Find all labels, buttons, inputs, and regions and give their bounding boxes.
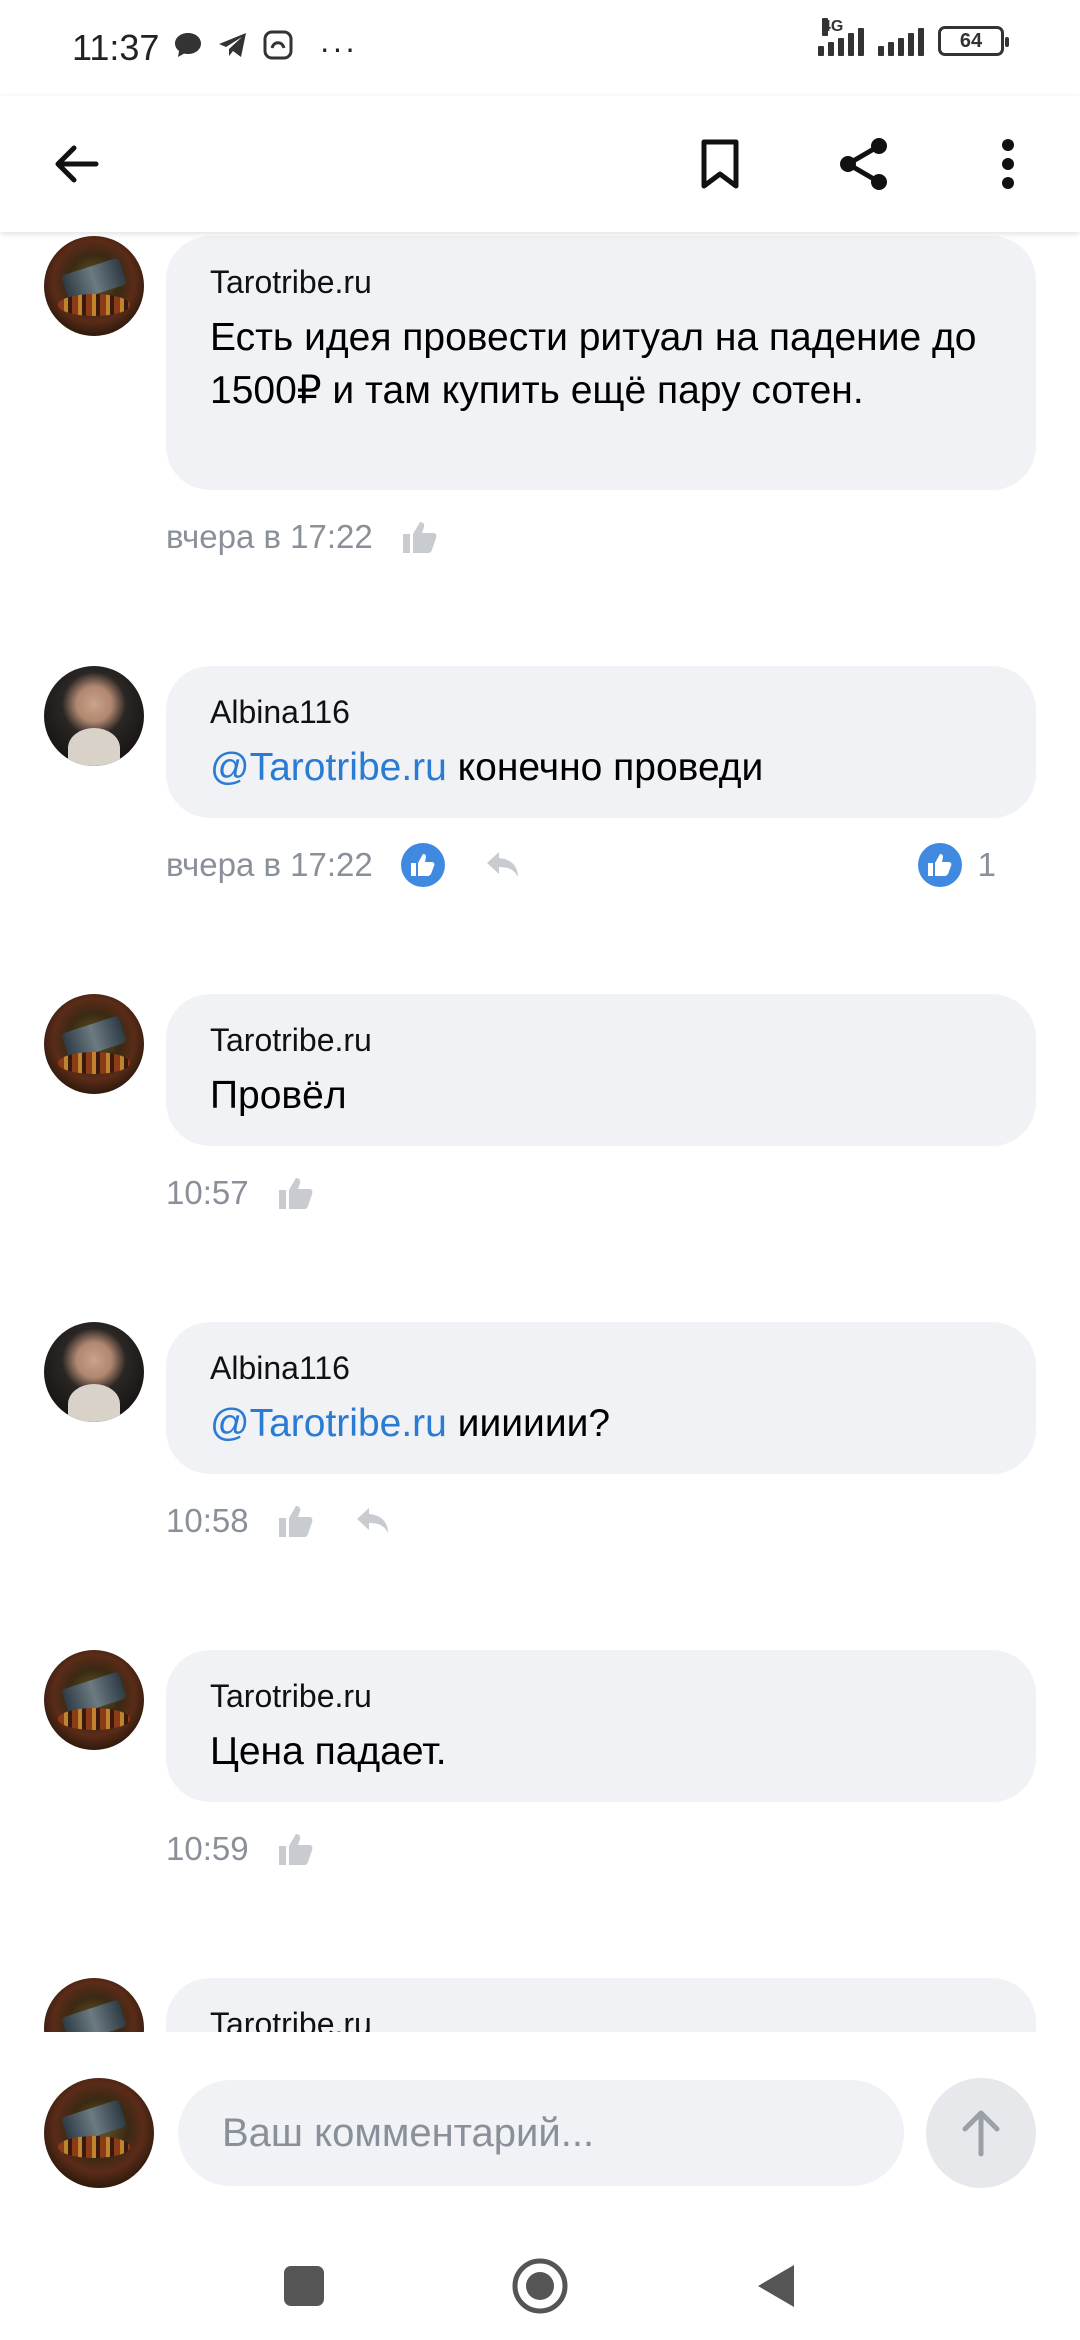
back-arrow-icon	[55, 145, 99, 183]
avatar[interactable]	[44, 236, 144, 336]
arrow-up-icon	[962, 2110, 1000, 2157]
my-avatar[interactable]	[44, 2078, 154, 2188]
app-notification-icon	[263, 30, 293, 66]
comment-time: 10:59	[166, 1830, 249, 1867]
reply-button[interactable]	[355, 1506, 391, 1536]
avatar[interactable]	[44, 994, 144, 1094]
comment-text: Есть идея провести ритуал на падение до …	[210, 316, 977, 412]
bookmark-icon	[701, 139, 739, 189]
system-nav-bar	[0, 2232, 1080, 2340]
comment-author[interactable]: Tarotribe.ru	[210, 2006, 992, 2032]
signal-icon	[878, 26, 924, 56]
reply-icon	[356, 1508, 388, 1533]
comment-input[interactable]	[178, 2080, 904, 2186]
reply-icon	[486, 852, 518, 877]
comment-time: вчера в 17:22	[166, 846, 373, 883]
like-button[interactable]	[401, 519, 439, 555]
more-options-button[interactable]	[962, 118, 1054, 210]
status-bar: 11:37 ··· 4G 64	[0, 0, 1080, 96]
comment-time: 10:57	[166, 1174, 249, 1211]
top-app-bar	[0, 96, 1080, 232]
comment-bubble[interactable]: Tarotribe.ru Есть идея провести ритуал н…	[166, 236, 1036, 490]
thumb-up-filled-icon	[400, 843, 445, 887]
thumb-up-icon	[278, 1834, 312, 1865]
more-vert-icon	[1002, 139, 1014, 189]
reply-button[interactable]	[485, 850, 521, 880]
thumb-up-icon	[402, 522, 437, 553]
signal-4g-icon: 4G	[818, 18, 864, 56]
bookmark-button[interactable]	[674, 118, 766, 210]
back-button[interactable]	[30, 118, 122, 210]
comment-meta: 10:59	[166, 1824, 996, 1874]
share-icon	[840, 138, 887, 190]
mention-link[interactable]: @Tarotribe.ru	[210, 746, 447, 789]
thumb-up-filled-icon	[917, 843, 962, 887]
more-notifications-icon: ···	[319, 29, 358, 66]
comment-composer	[0, 2032, 1080, 2232]
share-button[interactable]	[818, 118, 910, 210]
comment-meta: вчера в 17:22 1	[166, 840, 996, 890]
battery-icon: 64	[938, 26, 1009, 56]
comment-bubble[interactable]: Tarotribe.ru	[166, 1978, 1036, 2032]
triangle-back-icon	[758, 2265, 794, 2307]
comment-author[interactable]: Albina116	[210, 1350, 992, 1387]
likes-count: 1	[977, 846, 996, 883]
avatar[interactable]	[44, 1650, 144, 1750]
comment-meta: вчера в 17:22	[166, 512, 996, 562]
comment-text: ииииии?	[446, 1402, 611, 1445]
avatar[interactable]	[44, 1322, 144, 1422]
thumb-up-icon	[278, 1506, 312, 1537]
like-button[interactable]	[277, 1503, 315, 1539]
likes-summary[interactable]: 1	[917, 843, 996, 887]
status-time: 11:37	[72, 27, 160, 68]
comment-time: вчера в 17:22	[166, 518, 373, 555]
comment-bubble[interactable]: Tarotribe.ru Провёл	[166, 994, 1036, 1146]
comment-author[interactable]: Tarotribe.ru	[210, 1678, 992, 1715]
square-icon	[284, 2266, 324, 2306]
nav-back-button[interactable]	[744, 2254, 808, 2318]
comment-text: Провёл	[210, 1074, 347, 1117]
comment-bubble[interactable]: Tarotribe.ru Цена падает.	[166, 1650, 1036, 1802]
comment-author[interactable]: Tarotribe.ru	[210, 1022, 992, 1059]
comment-text: Цена падает.	[210, 1730, 447, 1773]
circle-icon	[512, 2258, 568, 2314]
avatar[interactable]	[44, 666, 144, 766]
recent-apps-button[interactable]	[272, 2254, 336, 2318]
comment-author[interactable]: Albina116	[210, 694, 992, 731]
battery-level: 64	[959, 29, 983, 52]
comment-time: 10:58	[166, 1502, 249, 1539]
comment-bubble[interactable]: Albina116 @Tarotribe.ru конечно проведи	[166, 666, 1036, 818]
avatar[interactable]	[44, 1978, 144, 2032]
comment-bubble[interactable]: Albina116 @Tarotribe.ru ииииии?	[166, 1322, 1036, 1474]
like-button[interactable]	[277, 1831, 315, 1867]
telegram-icon	[217, 31, 249, 65]
comments-list: Tarotribe.ru Есть идея провести ритуал н…	[0, 232, 1080, 2032]
thumb-up-icon	[278, 1178, 312, 1209]
comment-meta: 10:57	[166, 1168, 996, 1218]
home-button[interactable]	[508, 2254, 572, 2318]
like-button[interactable]	[277, 1175, 315, 1211]
comment-text: конечно проведи	[446, 746, 764, 789]
comment-author[interactable]: Tarotribe.ru	[210, 264, 992, 301]
like-button[interactable]	[400, 843, 445, 887]
send-button[interactable]	[926, 2078, 1036, 2188]
comment-meta: 10:58	[166, 1496, 996, 1546]
chat-bubble-icon	[173, 31, 203, 65]
mention-link[interactable]: @Tarotribe.ru	[210, 1402, 447, 1445]
